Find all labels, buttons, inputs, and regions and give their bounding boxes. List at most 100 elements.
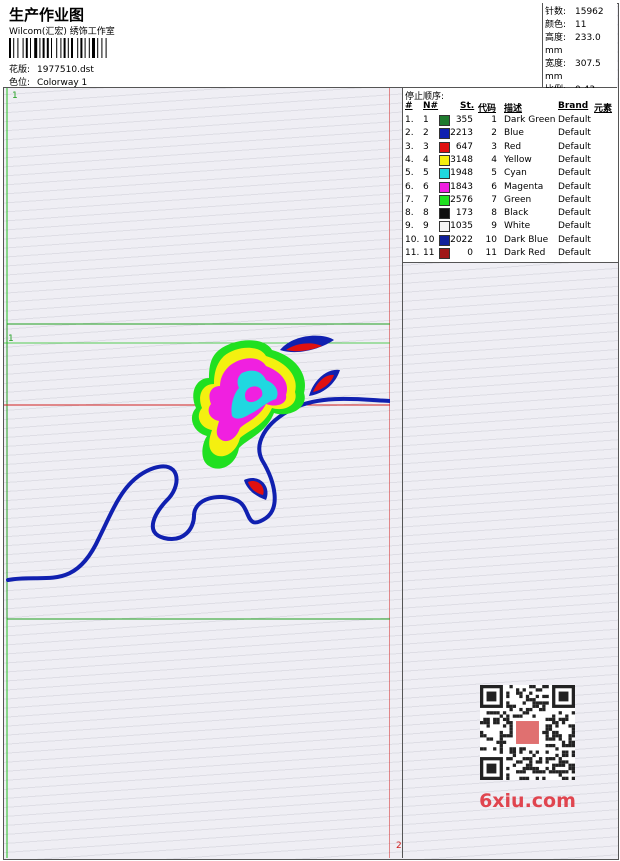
row-index: 4. (405, 154, 414, 165)
row-index: 1. (405, 115, 414, 125)
stop-sequence-table: 停止顺序: # N# St. 代码 描述 Brand 元素 1. 1 355 1 Dar… (403, 88, 618, 263)
page-title: 生产作业图 (9, 6, 85, 24)
row-code: 8 (491, 208, 497, 219)
table-row: 6. 6 1843 6 Magenta Default (403, 181, 618, 194)
design-row: 花版: 1977510.dst (9, 62, 94, 75)
design-stats: 针数:15962 颜色:11 高度:233.0 mm 宽度:307.5 mm 比… (545, 6, 617, 97)
table-row: 3. 3 647 3 Red Default (403, 141, 618, 154)
col-header-element: 元素 (594, 104, 613, 114)
row-code: 9 (491, 221, 497, 232)
marker-top-left: 1 (12, 91, 18, 101)
row-brand: Default (558, 181, 591, 192)
row-stitches: 1948 (450, 168, 473, 179)
row-stitches: 3148 (450, 154, 473, 165)
row-description: Green (504, 194, 532, 205)
qr-logo (516, 721, 539, 744)
header: 生产作业图 Wilcom(汇宏) 绣饰工作室 花版: 1977510.dst 色位… (3, 3, 617, 95)
marker-bottom: 2 (396, 841, 402, 851)
row-stitches: 2022 (450, 234, 473, 245)
stat-height: 高度: 233.0 mm (545, 32, 617, 58)
row-brand: Default (558, 128, 591, 139)
row-code: 5 (491, 168, 497, 179)
table-row: 10. 10 2022 10 Dark Blue Default (403, 234, 618, 247)
color-swatch (439, 208, 450, 220)
row-description: Yellow (504, 154, 532, 165)
col-header-needle: N# (423, 101, 439, 111)
row-description: Cyan (504, 168, 527, 179)
stat-colors: 颜色: 11 (545, 19, 617, 32)
row-needle: 2 (423, 128, 429, 139)
colorway-value: Colorway 1 (37, 78, 88, 88)
row-needle: 9 (423, 221, 429, 232)
row-code: 6 (491, 181, 497, 192)
col-header-index: # (405, 101, 413, 111)
row-code: 3 (491, 141, 497, 152)
row-stitches: 1843 (450, 181, 473, 192)
color-swatch (439, 115, 450, 126)
colorway-label: 色位: (9, 78, 31, 88)
design-label: 花版: (9, 65, 31, 75)
row-stitches: 173 (455, 208, 473, 219)
design-canvas: 1 1 2 (4, 88, 390, 858)
col-header-stitches: St. (460, 101, 475, 111)
color-swatch (439, 168, 450, 180)
row-brand: Default (558, 208, 591, 219)
row-needle: 4 (423, 154, 429, 165)
header-left: 生产作业图 Wilcom(汇宏) 绣饰工作室 花版: 1977510.dst 色位… (6, 3, 541, 88)
row-needle: 11 (423, 248, 435, 258)
row-brand: Default (558, 248, 591, 258)
studio-name: Wilcom(汇宏) 绣饰工作室 (9, 27, 115, 37)
row-needle: 10 (423, 234, 435, 245)
stat-label: 颜色: (545, 20, 567, 30)
table-row: 2. 2 2213 2 Blue Default (403, 127, 618, 140)
watermark-site: 6xiu.com (479, 790, 576, 812)
row-code: 4 (491, 154, 497, 165)
row-stitches: 2213 (450, 128, 473, 139)
row-description: Dark Red (504, 248, 546, 258)
color-swatch (439, 181, 450, 193)
row-description: White (504, 221, 531, 232)
color-swatch (439, 248, 450, 259)
row-description: Dark Green (504, 115, 556, 125)
row-description: Dark Blue (504, 234, 549, 245)
row-description: Magenta (504, 181, 544, 192)
row-code: 7 (491, 194, 497, 205)
qr-code (480, 685, 575, 780)
design-value: 1977510.dst (37, 65, 94, 75)
col-header-code: 代码 (478, 104, 497, 114)
row-brand: Default (558, 194, 591, 205)
row-brand: Default (558, 154, 591, 165)
color-swatch (439, 234, 450, 246)
row-description: Black (504, 208, 529, 219)
row-needle: 7 (423, 194, 429, 205)
stat-value: 11 (575, 20, 587, 30)
color-swatch (439, 194, 450, 206)
row-code: 2 (491, 128, 497, 139)
row-code: 1 (491, 115, 497, 125)
table-row: 11. 11 0 11 Dark Red Default (403, 247, 618, 260)
row-brand: Default (558, 221, 591, 232)
row-stitches: 0 (467, 248, 473, 258)
stat-label: 宽度: (545, 59, 567, 69)
col-header-brand: Brand (558, 101, 589, 111)
colorway-row: 色位: Colorway 1 (9, 75, 87, 88)
stat-stitches: 针数: 15962 (545, 6, 617, 19)
row-needle: 6 (423, 181, 429, 192)
table-row: 9. 9 1035 9 White Default (403, 220, 618, 233)
header-divider (542, 3, 543, 87)
stat-label: 高度: (545, 33, 567, 43)
stat-width: 宽度: 307.5 mm (545, 58, 617, 84)
color-swatch (439, 128, 450, 140)
row-brand: Default (558, 115, 591, 125)
row-stitches: 1035 (450, 221, 473, 232)
row-index: 7. (405, 194, 414, 205)
row-needle: 5 (423, 168, 429, 179)
watermark: 6xiu.com (470, 680, 585, 815)
stat-value: 15962 (575, 7, 604, 17)
table-row: 1. 1 355 1 Dark Green Default (403, 114, 618, 127)
row-index: 5. (405, 168, 414, 179)
table-row: 7. 7 2576 7 Green Default (403, 194, 618, 207)
row-stitches: 647 (455, 141, 473, 152)
row-index: 6. (405, 181, 414, 192)
row-description: Red (504, 141, 522, 152)
